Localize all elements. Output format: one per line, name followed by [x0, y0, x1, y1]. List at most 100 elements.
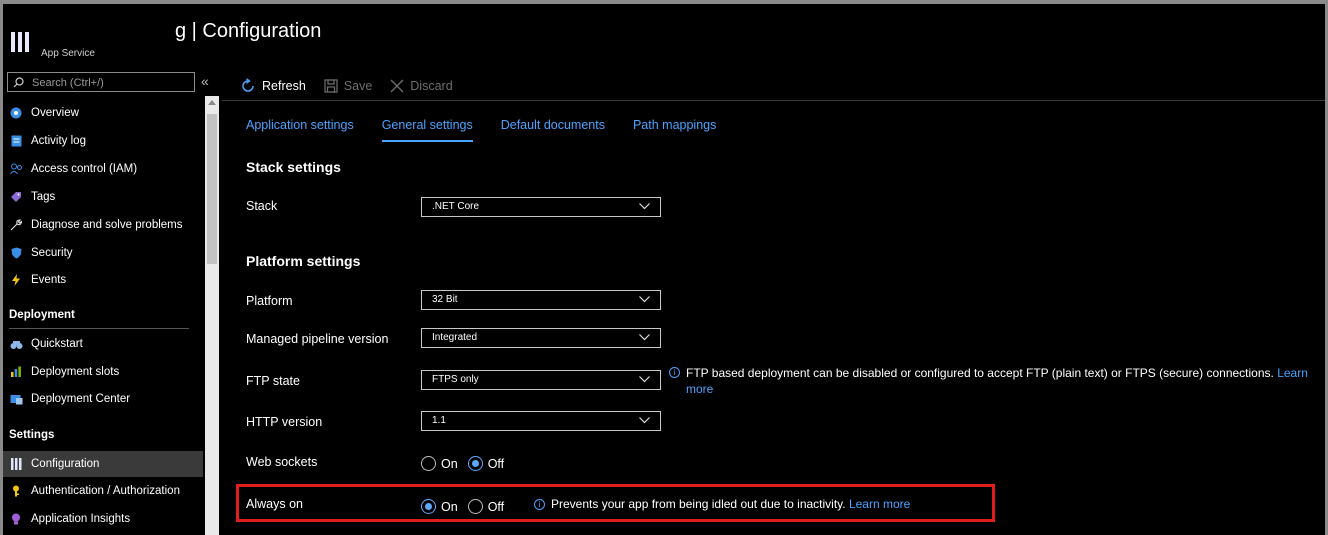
activity-log-icon [9, 134, 23, 148]
lightbulb-icon [9, 512, 23, 526]
web-sockets-off-label: Off [487, 456, 505, 471]
page-title: g | Configuration [175, 20, 322, 42]
sidebar-item-access-control[interactable]: Access control (IAM) [3, 156, 203, 182]
configuration-icon [9, 457, 23, 471]
sidebar-item-overview[interactable]: Overview [3, 100, 203, 126]
http-version-value: 1.1 [432, 415, 446, 426]
web-sockets-on-label: On [441, 456, 458, 471]
save-icon [324, 79, 338, 93]
discard-label: Discard [410, 79, 453, 93]
resource-type-label: App Service [41, 48, 95, 59]
chevron-down-icon [639, 417, 650, 424]
pipeline-value: Integrated [432, 332, 478, 343]
tab-application-settings[interactable]: Application settings [246, 118, 354, 132]
ftp-label: FTP state [246, 374, 300, 388]
chevron-down-icon [639, 376, 650, 383]
ftp-learn-more-link-cont[interactable]: more [686, 382, 713, 396]
sidebar-item-application-insights[interactable]: Application Insights [3, 506, 203, 532]
sidebar-item-tags[interactable]: Tags [3, 184, 203, 210]
sidebar-item-authentication[interactable]: Authentication / Authorization [3, 478, 203, 504]
sidebar-item-quickstart[interactable]: Quickstart [3, 331, 203, 357]
web-sockets-on-radio[interactable] [421, 456, 436, 471]
command-bar-divider [222, 100, 1325, 101]
sidebar-item-diagnose[interactable]: Diagnose and solve problems [3, 212, 203, 238]
stack-settings-heading: Stack settings [246, 159, 341, 175]
search-input[interactable] [30, 74, 194, 92]
section-heading-deployment: Deployment [9, 309, 75, 321]
deployment-center-icon [9, 392, 23, 406]
ftp-select[interactable]: FTPS only [421, 370, 661, 390]
search-box[interactable] [7, 72, 195, 92]
collapse-sidebar-icon[interactable]: « [201, 73, 209, 89]
pipeline-select[interactable]: Integrated [421, 328, 661, 348]
tab-path-mappings[interactable]: Path mappings [633, 118, 716, 132]
overview-icon [9, 106, 23, 120]
redacted-resource-name [37, 20, 177, 46]
scrollbar-thumb[interactable] [207, 114, 217, 264]
web-sockets-off-radio[interactable] [467, 456, 483, 471]
sidebar-item-label: Activity log [31, 135, 86, 147]
page-header: g | Configuration App Service [3, 4, 1325, 62]
refresh-icon [242, 78, 254, 92]
sidebar-item-label: Events [31, 274, 67, 286]
sidebar-item-configuration[interactable]: Configuration [3, 451, 203, 477]
search-icon [13, 77, 24, 88]
slots-icon [9, 365, 23, 379]
key-icon [9, 484, 23, 498]
ftp-learn-more-link[interactable]: Learn [1277, 366, 1308, 380]
sidebar-item-label: Authentication / Authorization [31, 485, 180, 497]
save-button[interactable]: Save [324, 79, 373, 93]
chevron-down-icon [639, 334, 650, 341]
stack-value: .NET Core [432, 201, 480, 212]
platform-select[interactable]: 32 Bit [421, 290, 661, 310]
refresh-label: Refresh [262, 79, 306, 93]
sidebar-item-deployment-slots[interactable]: Deployment slots [3, 359, 203, 385]
chevron-down-icon [639, 296, 650, 303]
ftp-info: i FTP based deployment can be disabled o… [669, 365, 1309, 397]
app-service-icon [11, 32, 33, 52]
sidebar-item-label: Application Insights [31, 513, 131, 525]
sidebar: Overview Activity log Access control (IA… [3, 68, 203, 535]
tag-icon [9, 190, 23, 204]
ftp-value: FTPS only [432, 374, 479, 385]
sidebar-item-label: Quickstart [31, 338, 83, 350]
sidebar-item-label: Configuration [31, 458, 100, 470]
platform-value: 32 Bit [432, 294, 458, 305]
info-icon: i [669, 367, 680, 378]
ftp-info-message: FTP based deployment can be disabled or … [686, 366, 1274, 380]
sidebar-item-security[interactable]: Security [3, 240, 203, 266]
close-icon [390, 79, 404, 93]
section-divider [9, 328, 189, 329]
highlight-box [236, 484, 995, 522]
command-bar: Refresh Save Discard [240, 76, 453, 96]
sidebar-item-label: Deployment slots [31, 366, 120, 378]
web-sockets-radio-group: On Off [421, 456, 514, 471]
stack-label: Stack [246, 199, 278, 213]
sidebar-item-label: Overview [31, 107, 79, 119]
sidebar-item-deployment-center[interactable]: Deployment Center [3, 386, 203, 412]
lightning-icon [9, 273, 23, 287]
save-label: Save [343, 79, 373, 93]
sidebar-item-label: Diagnose and solve problems [31, 219, 183, 231]
http-version-select[interactable]: 1.1 [421, 411, 661, 431]
scroll-up-arrow-icon[interactable] [208, 100, 216, 105]
sidebar-scrollbar[interactable] [205, 96, 219, 535]
sidebar-item-events[interactable]: Events [3, 267, 203, 293]
sidebar-item-label: Deployment Center [31, 393, 131, 405]
stack-select[interactable]: .NET Core [421, 197, 661, 217]
wrench-icon [9, 218, 23, 232]
ftp-info-text: FTP based deployment can be disabled or … [686, 365, 1308, 397]
sidebar-item-label: Access control (IAM) [31, 163, 138, 175]
settings-tabs: Application settings General settings De… [246, 118, 744, 142]
discard-button[interactable]: Discard [390, 79, 453, 93]
sidebar-item-activity-log[interactable]: Activity log [3, 128, 203, 154]
refresh-button[interactable]: Refresh [240, 78, 306, 94]
quickstart-icon [9, 337, 23, 351]
tab-general-settings[interactable]: General settings [381, 118, 473, 142]
web-sockets-label: Web sockets [246, 455, 318, 469]
platform-settings-heading: Platform settings [246, 253, 361, 269]
section-heading-settings: Settings [9, 429, 55, 441]
iam-icon [9, 162, 23, 176]
tab-default-documents[interactable]: Default documents [501, 118, 605, 132]
sidebar-item-label: Tags [31, 191, 56, 203]
